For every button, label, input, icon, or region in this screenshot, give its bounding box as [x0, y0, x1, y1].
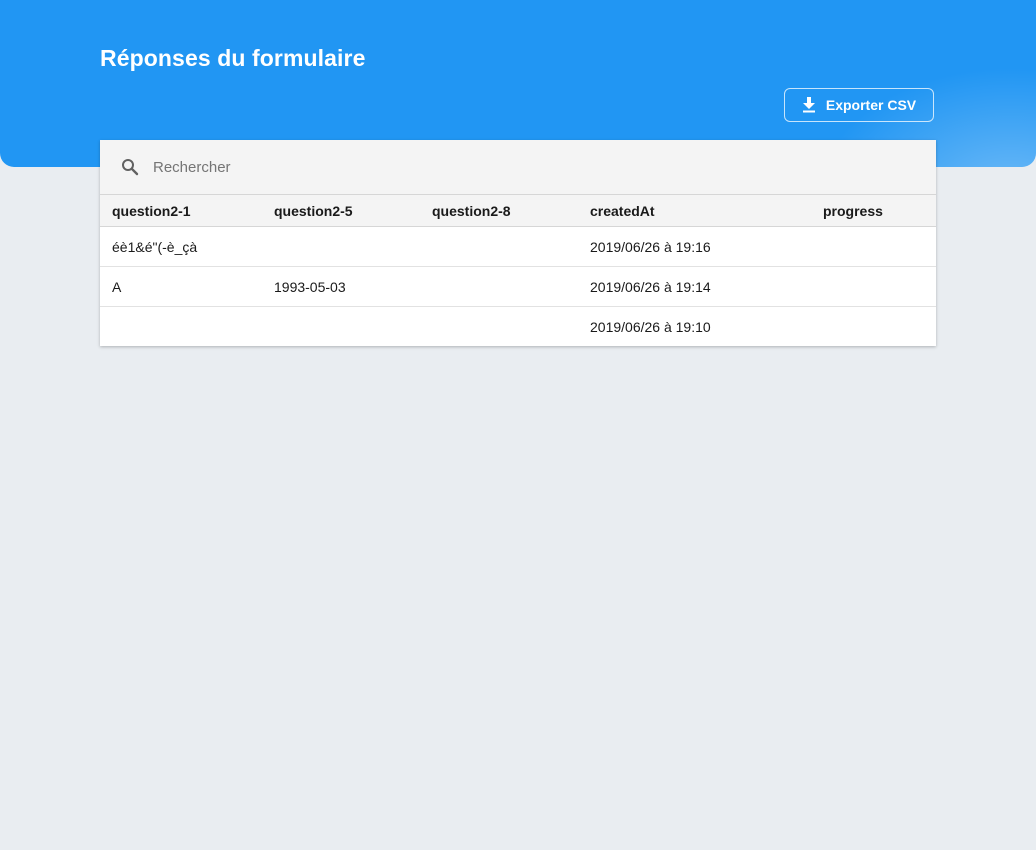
column-header-question2-8[interactable]: question2-8 — [420, 195, 578, 227]
responses-card: question2-1 question2-5 question2-8 crea… — [100, 140, 936, 346]
table-row[interactable]: A 1993-05-03 2019/06/26 à 19:14 — [100, 266, 936, 307]
table-cell — [100, 307, 262, 347]
column-header-progress[interactable]: progress — [811, 195, 936, 227]
table-cell — [811, 307, 936, 347]
download-icon — [802, 97, 816, 113]
export-csv-label: Exporter CSV — [825, 97, 917, 113]
table-cell — [811, 226, 936, 267]
table-row[interactable]: 2019/06/26 à 19:10 — [100, 307, 936, 347]
table-cell: 2019/06/26 à 19:14 — [578, 266, 811, 307]
column-header-createdat[interactable]: createdAt — [578, 195, 811, 227]
table-cell — [420, 307, 578, 347]
table-cell — [811, 266, 936, 307]
page: Réponses du formulaire Exporter CSV Rech… — [0, 0, 1036, 850]
table-cell — [420, 226, 578, 267]
responses-table: question2-1 question2-5 question2-8 crea… — [100, 195, 936, 346]
table-cell: éè1&é"(-è_çà — [100, 226, 262, 267]
search-icon — [121, 158, 139, 176]
search-bar — [100, 140, 936, 195]
search-input[interactable] — [151, 157, 855, 177]
table-cell: 1993-05-03 — [262, 266, 420, 307]
table-cell — [420, 266, 578, 307]
table-cell — [262, 307, 420, 347]
table-cell: 2019/06/26 à 19:10 — [590, 318, 711, 335]
column-header-question2-5[interactable]: question2-5 — [262, 195, 420, 227]
table-row[interactable]: éè1&é"(-è_çà 2019/06/26 à 19:16 — [100, 226, 936, 267]
table-header-row: question2-1 question2-5 question2-8 crea… — [100, 195, 936, 227]
page-title: Réponses du formulaire — [100, 45, 366, 71]
export-csv-button[interactable]: Exporter CSV — [784, 88, 934, 122]
column-header-question2-1[interactable]: question2-1 — [100, 195, 262, 227]
table-cell — [262, 226, 420, 267]
table-cell: 2019/06/26 à 19:16 — [578, 226, 811, 267]
table-cell: A — [100, 266, 262, 307]
